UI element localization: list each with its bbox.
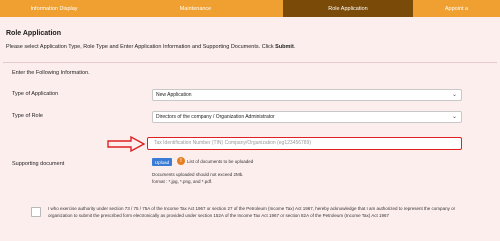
tab-appoint[interactable]: Appoint a xyxy=(413,0,500,17)
form-heading: Enter the Following Information. xyxy=(12,70,90,76)
tab-role-application[interactable]: Role Application xyxy=(283,0,413,17)
type-of-role-label: Type of Role xyxy=(12,113,43,119)
type-of-application-label: Type of Application xyxy=(12,91,59,97)
acknowledge-checkbox[interactable] xyxy=(31,207,41,217)
upload-button[interactable]: Upload xyxy=(152,158,172,166)
chevron-down-icon: ⌄ xyxy=(451,114,457,120)
tin-input[interactable]: Tax Identification Number (TIN) Company/… xyxy=(147,137,462,150)
page-title: Role Application xyxy=(6,30,61,37)
tab-bar: Information Display Maintenance Role App… xyxy=(0,0,500,17)
type-of-application-value: New Application xyxy=(156,92,192,98)
page-instruction: Please select Application Type, Role Typ… xyxy=(6,44,295,50)
upload-note: Documents uploaded should not exceed 2Mb… xyxy=(152,172,244,185)
type-of-role-select[interactable]: Directors of the company / Organization … xyxy=(152,111,462,123)
instruction-submit: Submit xyxy=(275,44,294,50)
tab-information-display[interactable]: Information Display xyxy=(0,0,108,17)
acknowledgement-text: I who exercise authority under section 7… xyxy=(48,206,456,218)
supporting-document-label: Supporting document xyxy=(12,161,65,167)
upload-note-size: Documents uploaded should not exceed 2Mb… xyxy=(152,172,244,177)
type-of-role-value: Directors of the company / Organization … xyxy=(156,114,275,120)
list-documents-link[interactable]: List of documents to be uploaded xyxy=(187,159,253,164)
instruction-text: Please select Application Type, Role Typ… xyxy=(6,44,276,50)
info-icon: ! xyxy=(177,157,185,165)
upload-note-format: format : *.jpg, *.png, and *.pdf. xyxy=(152,178,213,184)
arrow-right-icon xyxy=(107,136,146,152)
instruction-end: . xyxy=(293,44,296,50)
chevron-down-icon: ⌄ xyxy=(451,92,457,98)
tab-maintenance[interactable]: Maintenance xyxy=(108,0,283,17)
type-of-application-select[interactable]: New Application ⌄ xyxy=(152,89,462,101)
